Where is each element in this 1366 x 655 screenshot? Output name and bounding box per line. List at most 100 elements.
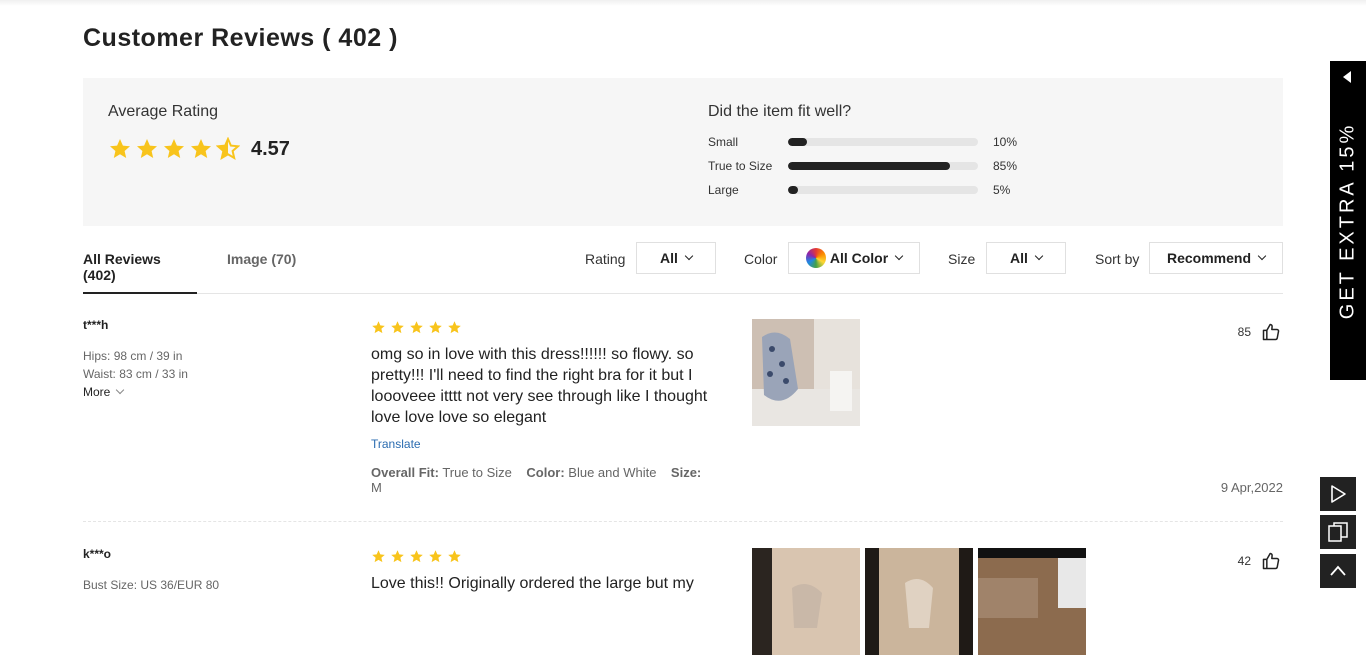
thumbs-up-icon[interactable] bbox=[1261, 322, 1281, 342]
likes: 42 bbox=[1238, 551, 1281, 571]
more-button[interactable]: More bbox=[83, 385, 125, 399]
attribute-key: Bust Size: bbox=[83, 578, 138, 592]
review-text: Love this!! Originally ordered the large… bbox=[371, 575, 694, 592]
reviewer-attribute: Hips: 98 cm / 39 in bbox=[83, 349, 182, 363]
fit-key: Overall Fit: bbox=[371, 465, 439, 480]
copy-icon bbox=[1328, 522, 1348, 542]
tab-all-reviews[interactable]: All Reviews (402) bbox=[83, 251, 197, 294]
rating-summary: Average Rating 4.57 Did the item fit wel… bbox=[83, 78, 1283, 226]
sort-value: Recommend bbox=[1166, 250, 1252, 266]
rating-filter-label: Rating bbox=[585, 251, 626, 267]
size-filter-select[interactable]: All bbox=[986, 242, 1066, 274]
fit-row-small: Small 10% bbox=[708, 134, 1017, 150]
review-photo[interactable] bbox=[752, 319, 860, 426]
fit-bar-fill bbox=[788, 162, 950, 170]
review-stars bbox=[371, 320, 466, 335]
average-rating-value: 4.57 bbox=[251, 137, 290, 160]
fit-percent: 85% bbox=[993, 159, 1018, 173]
chevron-down-icon bbox=[1034, 251, 1044, 261]
review-photo[interactable] bbox=[752, 548, 860, 655]
review-meta: Overall Fit: True to Size Color: Blue an… bbox=[371, 465, 711, 495]
sort-select[interactable]: Recommend bbox=[1149, 242, 1283, 274]
fit-label: Small bbox=[708, 135, 739, 149]
fit-value: True to Size bbox=[442, 465, 512, 480]
top-shadow bbox=[0, 0, 1366, 6]
chevron-down-icon bbox=[1257, 251, 1267, 261]
review-date: 9 Apr,2022 bbox=[1220, 480, 1283, 495]
size-filter-value: All bbox=[1010, 250, 1028, 266]
color-key: Color: bbox=[526, 465, 565, 480]
fit-bar bbox=[788, 138, 978, 146]
color-value: Blue and White bbox=[568, 465, 657, 480]
star-icon bbox=[429, 550, 442, 563]
fit-bar-fill bbox=[788, 138, 807, 146]
star-icon bbox=[429, 321, 442, 334]
star-icon bbox=[137, 139, 157, 158]
chevron-down-icon bbox=[116, 385, 125, 395]
reviewer-attribute: Bust Size: US 36/EUR 80 bbox=[83, 578, 219, 592]
review-stars bbox=[371, 549, 466, 564]
tab-image-reviews[interactable]: Image (70) bbox=[227, 251, 296, 292]
compare-button[interactable] bbox=[1320, 515, 1356, 549]
play-icon bbox=[1331, 485, 1346, 503]
star-icon bbox=[391, 550, 404, 563]
attribute-value: 98 cm / 39 in bbox=[113, 349, 183, 363]
attribute-value: 83 cm / 33 in bbox=[119, 367, 188, 381]
size-value: M bbox=[371, 480, 382, 495]
likes-count: 85 bbox=[1237, 325, 1251, 339]
page-title: Customer Reviews ( 402 ) bbox=[83, 24, 398, 52]
star-icon bbox=[372, 550, 385, 563]
rating-filter-value: All bbox=[660, 250, 678, 266]
fit-bar bbox=[788, 186, 978, 194]
size-key: Size: bbox=[670, 465, 702, 480]
chevron-down-icon bbox=[684, 251, 694, 261]
review-toolbar: All Reviews (402) Image (70) Rating All … bbox=[83, 242, 1283, 294]
star-icon bbox=[391, 321, 404, 334]
star-icon bbox=[372, 321, 385, 334]
thumbs-up-icon[interactable] bbox=[1261, 551, 1281, 571]
likes: 85 bbox=[1238, 322, 1281, 342]
star-icon bbox=[410, 550, 423, 563]
fit-percent: 10% bbox=[993, 135, 1018, 149]
size-filter-label: Size bbox=[948, 251, 976, 267]
reviewer-name: k***o bbox=[83, 547, 112, 561]
fit-question: Did the item fit well? bbox=[708, 103, 852, 120]
rating-filter-select[interactable]: All bbox=[636, 242, 716, 274]
star-icon bbox=[110, 139, 130, 158]
review-divider bbox=[83, 521, 1283, 522]
star-icon bbox=[191, 139, 211, 158]
chevron-up-icon bbox=[1330, 565, 1346, 576]
star-icon bbox=[448, 321, 461, 334]
review-text: omg so in love with this dress!!!!!! so … bbox=[371, 346, 708, 426]
more-label: More bbox=[83, 385, 111, 399]
video-button[interactable] bbox=[1320, 477, 1356, 511]
chevron-down-icon bbox=[894, 251, 904, 261]
color-wheel-icon bbox=[805, 248, 826, 268]
likes-count: 42 bbox=[1237, 554, 1251, 568]
attribute-key: Hips: bbox=[83, 349, 111, 363]
fit-bar-fill bbox=[788, 186, 798, 194]
star-icon bbox=[164, 139, 184, 158]
fit-row-large: Large 5% bbox=[708, 182, 1010, 198]
collapse-arrow-icon bbox=[1343, 71, 1351, 83]
attribute-key: Waist: bbox=[83, 367, 116, 381]
fit-label: True to Size bbox=[708, 159, 773, 173]
sort-label: Sort by bbox=[1095, 251, 1140, 267]
fit-percent: 5% bbox=[993, 183, 1011, 197]
promo-text: GET EXTRA 15% bbox=[1336, 122, 1359, 320]
promo-side-tab[interactable]: GET EXTRA 15% bbox=[1330, 61, 1366, 380]
review-photo[interactable] bbox=[978, 548, 1086, 655]
reviewer-name: t***h bbox=[83, 318, 109, 332]
color-filter-value: All Color bbox=[829, 250, 889, 266]
translate-link[interactable]: Translate bbox=[371, 437, 421, 451]
color-filter-select[interactable]: All Color bbox=[788, 242, 920, 274]
star-icon bbox=[448, 550, 461, 563]
review-item: k***o Bust Size: US 36/EUR 80 Love this!… bbox=[83, 547, 1283, 655]
fit-row-true-to-size: True to Size 85% bbox=[708, 158, 1017, 174]
average-rating-label: Average Rating bbox=[108, 103, 218, 120]
fit-bar bbox=[788, 162, 978, 170]
review-photo[interactable] bbox=[865, 548, 973, 655]
back-to-top-button[interactable] bbox=[1320, 554, 1356, 588]
fit-label: Large bbox=[708, 183, 739, 197]
average-rating-stars: 4.57 bbox=[108, 137, 290, 161]
